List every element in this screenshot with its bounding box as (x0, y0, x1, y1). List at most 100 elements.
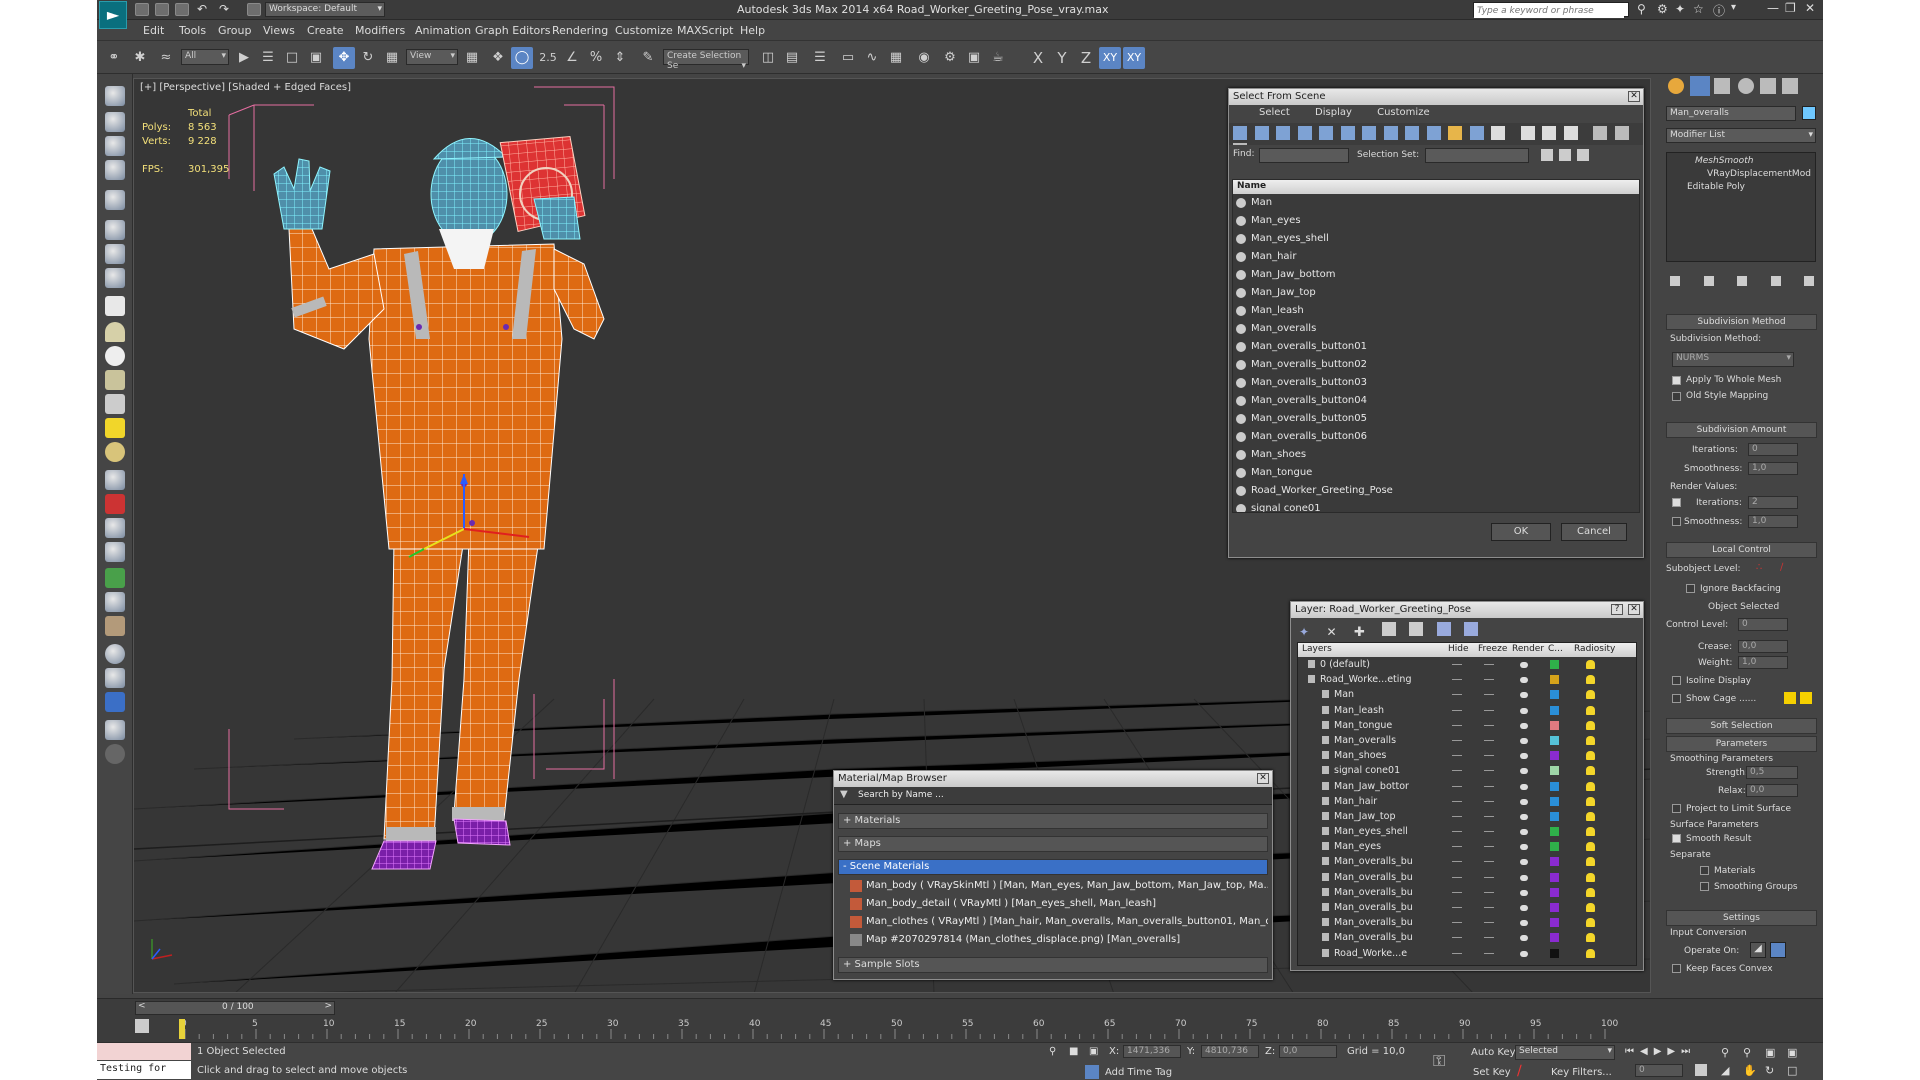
stack-item-vraydisplacement[interactable]: VRayDisplacementMod (1667, 169, 1815, 182)
prev-frame-icon[interactable]: < (138, 1001, 146, 1011)
display-shapes-icon[interactable] (1254, 126, 1269, 140)
hide-toggle[interactable] (1452, 664, 1462, 665)
hide-toggle[interactable] (1452, 755, 1462, 757)
radiosity-bulb-icon[interactable] (1586, 796, 1595, 806)
tab-select[interactable]: Select (1259, 107, 1290, 118)
apply-whole-mesh-checkbox[interactable] (1672, 376, 1681, 385)
col-color[interactable]: C... (1548, 644, 1563, 654)
scene-object-row[interactable]: signal cone01 (1233, 500, 1639, 512)
layer-color-swatch[interactable] (1550, 918, 1559, 928)
smooth-result-checkbox[interactable] (1672, 834, 1681, 843)
select-and-move-icon[interactable]: ✥ (333, 47, 355, 69)
pivot-center-icon[interactable]: ▦ (461, 47, 483, 69)
layer-row[interactable]: Man_overalls_bu (1298, 870, 1636, 885)
object-name-field[interactable]: Man_overalls (1666, 106, 1796, 121)
radiosity-bulb-icon[interactable] (1586, 720, 1595, 730)
rendered-frame-window-icon[interactable]: ▣ (963, 47, 985, 69)
iterations-spinner[interactable]: 0 (1748, 443, 1798, 456)
camera-icon[interactable] (105, 268, 125, 288)
hide-toggle[interactable] (1452, 679, 1462, 681)
layer-row[interactable]: Man_Jaw_top (1298, 809, 1636, 824)
search-input[interactable] (1474, 4, 1624, 18)
display-groups-icon[interactable] (1362, 126, 1376, 140)
hide-toggle[interactable] (1452, 861, 1462, 863)
add-to-set-icon[interactable] (1559, 149, 1571, 161)
layer-color-swatch[interactable] (1550, 948, 1559, 958)
freeze-toggle[interactable] (1484, 922, 1494, 924)
display-lights-icon[interactable] (1276, 126, 1290, 140)
project-limit-surface-checkbox[interactable] (1672, 804, 1681, 813)
menu-maxscript[interactable]: MAXScript (677, 24, 733, 37)
render-teapot-icon[interactable] (1520, 950, 1528, 957)
key-icon[interactable]: ⚿ (1433, 1051, 1445, 1071)
project-folder-icon[interactable] (247, 3, 261, 16)
layer-color-swatch[interactable] (1550, 933, 1559, 943)
edit-named-selection-icon[interactable]: ✎ (637, 47, 659, 69)
display-helpers-icon[interactable] (1319, 126, 1333, 140)
hide-toggle[interactable] (1452, 770, 1462, 772)
freeze-toggle[interactable] (1484, 755, 1494, 757)
layer-color-swatch[interactable] (1550, 827, 1559, 837)
render-teapot-icon[interactable] (1520, 692, 1528, 699)
layer-color-swatch[interactable] (1550, 842, 1559, 852)
radiosity-bulb-icon[interactable] (1586, 675, 1595, 685)
menu-create[interactable]: Create (307, 24, 344, 37)
freeze-toggle[interactable] (1484, 846, 1494, 848)
render-teapot-icon[interactable] (1520, 935, 1528, 942)
render-teapot-icon[interactable] (1520, 707, 1528, 714)
name-column-header[interactable]: Name (1233, 180, 1639, 194)
reference-coord-dropdown[interactable]: View ▾ (406, 49, 458, 65)
hide-toggle[interactable] (1452, 831, 1462, 833)
freeze-toggle[interactable] (1484, 861, 1494, 863)
close-icon[interactable]: ✕ (1257, 773, 1269, 784)
make-unique-icon[interactable] (1737, 276, 1747, 286)
settings-icon[interactable] (105, 720, 125, 740)
layer-color-swatch[interactable] (1550, 857, 1559, 867)
display-spacewarps-icon[interactable] (1340, 126, 1355, 140)
layer-row[interactable]: 0 (default) (1298, 657, 1636, 672)
workspace-dropdown[interactable]: Workspace: Default ▾ (265, 2, 385, 17)
render-icon[interactable] (105, 112, 125, 132)
app-logo-icon[interactable]: ► (99, 1, 127, 29)
find-input[interactable] (1259, 148, 1349, 163)
help-icon[interactable]: ? (1611, 604, 1623, 615)
weight-spinner[interactable]: 1,0 (1738, 656, 1788, 669)
scene-object-row[interactable]: Road_Worker_Greeting_Pose (1233, 482, 1639, 500)
freeze-toggle[interactable] (1484, 785, 1494, 787)
layer-row[interactable]: Man_hair (1298, 794, 1636, 809)
key-mode-dropdown[interactable]: Selected ▾ (1515, 1045, 1615, 1060)
hide-toggle[interactable] (1452, 694, 1462, 696)
display-frozen-icon[interactable] (1448, 126, 1462, 140)
go-to-end-icon[interactable]: ⏭ (1681, 1046, 1696, 1057)
close-icon[interactable]: ✕ (1628, 604, 1640, 615)
box-icon[interactable] (105, 296, 125, 316)
old-style-mapping-checkbox[interactable] (1672, 392, 1681, 401)
remove-from-set-icon[interactable] (1577, 149, 1589, 161)
radiosity-bulb-icon[interactable] (1586, 766, 1595, 776)
scene-object-row[interactable]: Man_shoes (1233, 446, 1639, 464)
render-teapot-icon[interactable] (1520, 844, 1528, 851)
freeze-toggle[interactable] (1484, 815, 1494, 817)
render-setup-icon[interactable]: ⚙ (939, 47, 961, 69)
y-coordinate[interactable]: 4810,736 (1201, 1045, 1259, 1058)
maxscript-listener-input[interactable]: Testing for (97, 1061, 191, 1079)
render-teapot-icon[interactable] (1520, 874, 1528, 881)
hide-all-icon[interactable] (1436, 622, 1451, 636)
hide-toggle[interactable] (1452, 724, 1462, 726)
freeze-toggle[interactable] (1484, 876, 1494, 878)
close-icon[interactable]: ✕ (1805, 1, 1815, 15)
radiosity-bulb-icon[interactable] (1586, 827, 1595, 837)
remove-modifier-icon[interactable] (1770, 276, 1781, 286)
space-warp-icon[interactable] (105, 542, 125, 562)
freeze-toggle[interactable] (1484, 952, 1494, 954)
lock-selection-icon[interactable]: ■ (1069, 1046, 1078, 1057)
select-invert-icon[interactable] (1563, 126, 1578, 140)
radiosity-bulb-icon[interactable] (1586, 705, 1595, 715)
timeline-track[interactable]: 0510152025303540455055606570758085909510… (179, 1019, 1639, 1039)
torus-icon[interactable] (105, 370, 125, 390)
render-teapot-icon[interactable] (1520, 768, 1528, 775)
dynamics-icon[interactable] (105, 494, 125, 514)
layer-color-swatch[interactable] (1550, 796, 1559, 806)
motion-icon[interactable] (105, 244, 125, 264)
current-frame-field[interactable]: 0 (1635, 1064, 1683, 1077)
